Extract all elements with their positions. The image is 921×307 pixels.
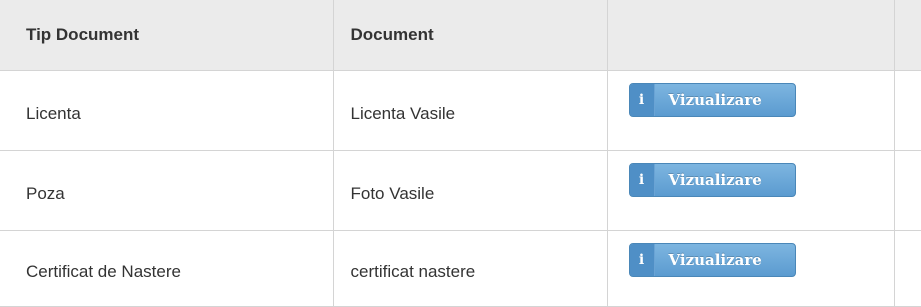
table-row: Poza Foto Vasile i Vizualizare [0,150,921,231]
header-tip-document: Tip Document [0,0,334,71]
view-button-label: Vizualizare [668,90,762,109]
info-icon: i [629,163,655,196]
table-header-row: Tip Document Document [0,0,921,71]
cell-actions: i Vizualizare [607,150,895,231]
cell-extra [894,70,921,151]
table-row: Licenta Licenta Vasile i Vizualizare [0,70,921,151]
header-extra [894,0,921,71]
cell-document: Foto Vasile [333,150,608,231]
table-row: Certificat de Nastere certificat nastere… [0,230,921,307]
cell-tip-document: Poza [0,150,334,231]
view-button[interactable]: i Vizualizare [628,162,796,197]
cell-extra [894,230,921,307]
view-button[interactable]: i Vizualizare [628,242,796,277]
documents-table: Tip Document Document Licenta Licenta Va… [0,0,921,307]
cell-extra [894,150,921,231]
cell-tip-document: Certificat de Nastere [0,230,334,307]
header-document: Document [333,0,608,71]
header-actions [607,0,895,71]
cell-document: Licenta Vasile [333,70,608,151]
view-button[interactable]: i Vizualizare [628,82,796,117]
view-button-label: Vizualizare [668,250,762,269]
info-icon: i [629,83,655,116]
cell-document: certificat nastere [333,230,608,307]
view-button-label: Vizualizare [668,170,762,189]
cell-actions: i Vizualizare [607,70,895,151]
cell-actions: i Vizualizare [607,230,895,307]
cell-tip-document: Licenta [0,70,334,151]
info-icon: i [629,243,655,276]
